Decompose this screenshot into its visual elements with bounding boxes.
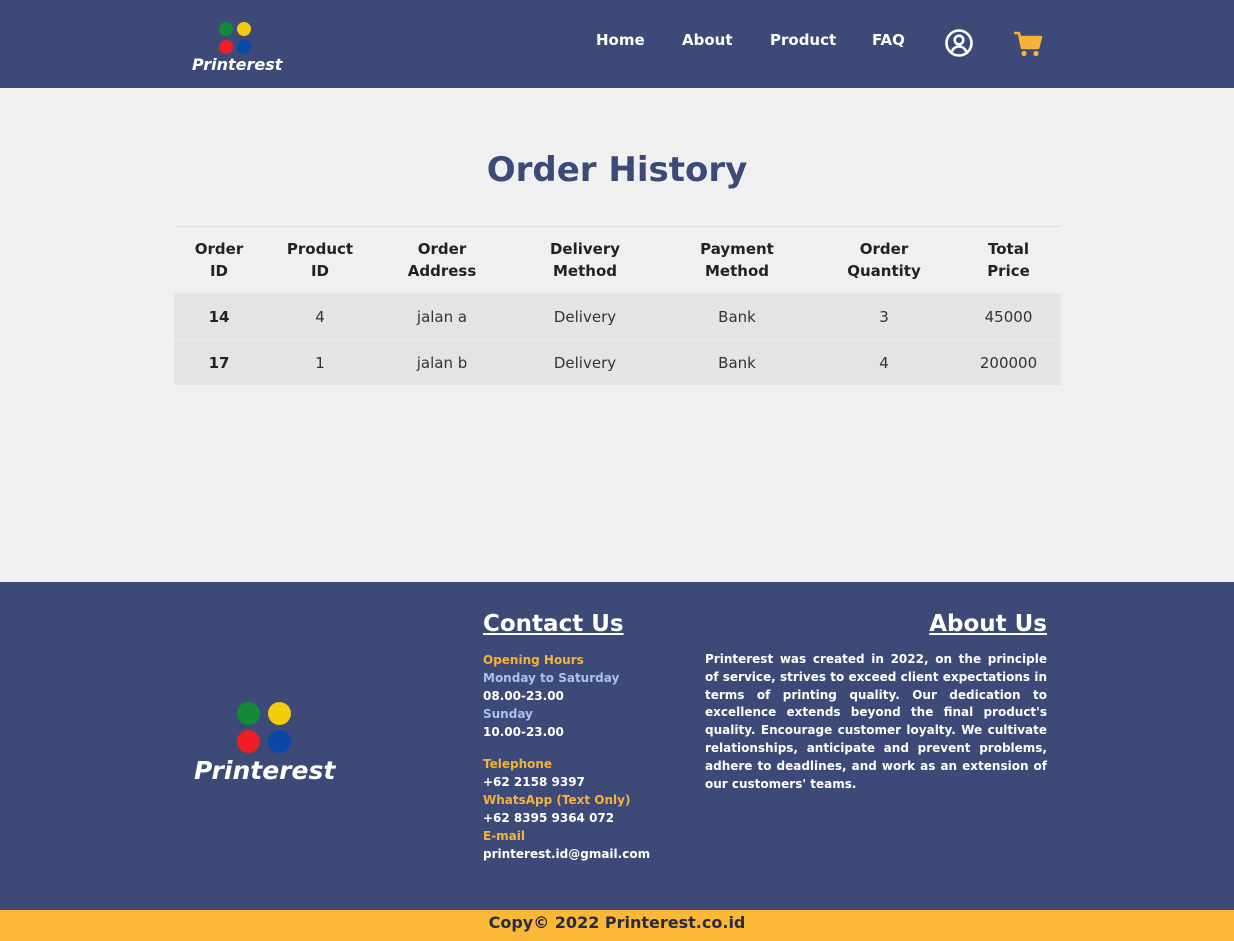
footer-logo: Printerest [194,700,336,790]
table-row: 17 1 jalan b Delivery Bank 4 200000 [174,339,1061,385]
order-history-table: Order ID Product ID Order Address Delivery M… [174,226,1061,385]
nav-about[interactable]: About [682,30,733,50]
col-payment-method: Payment Method [662,226,812,294]
col-product-id: Product ID [264,226,376,294]
nav-product[interactable]: Product [770,30,836,50]
col-total-price: Total Price [956,226,1061,294]
contact-us-heading: Contact Us [483,611,624,637]
cell-product-id: 4 [264,293,376,340]
col-delivery-method: Delivery Method [508,226,662,294]
cell-order-id: 14 [174,293,264,340]
logo-text: Printerest [192,55,283,74]
user-circle-icon[interactable] [944,28,974,58]
nav-faq[interactable]: FAQ [872,30,905,50]
about-us-heading: About Us [929,611,1047,637]
telephone-label: Telephone [483,757,553,771]
nav-home[interactable]: Home [596,30,645,50]
opening-hours-label: Opening Hours [483,653,584,667]
page-title: Order History [486,150,748,190]
logo-dot-green [219,22,233,36]
whatsapp-number: +62 8395 9364 072 [483,811,615,825]
col-order-quantity: Order Quantity [812,226,956,294]
whatsapp-label: WhatsApp (Text Only) [483,793,631,807]
table-row: 14 4 jalan a Delivery Bank 3 45000 [174,293,1061,340]
cell-order-quantity: 3 [812,293,956,340]
cell-payment-method: Bank [662,293,812,340]
logo-dot-green [237,702,260,725]
copyright-bar: Copy© 2022 Printerest.co.id [0,910,1234,941]
contact-info: Opening Hours Monday to Saturday 08.00-2… [483,651,693,863]
cell-payment-method: Bank [662,339,812,385]
cell-total-price: 200000 [956,339,1061,385]
cell-order-quantity: 4 [812,339,956,385]
cell-delivery-method: Delivery [508,293,662,340]
logo-dot-blue [268,730,291,753]
table-header-row: Order ID Product ID Order Address Delivery M… [174,226,1061,294]
cart-icon[interactable] [1013,30,1043,58]
logo-dot-blue [237,40,251,54]
cell-order-id: 17 [174,339,264,385]
email-label: E-mail [483,829,526,843]
logo-dot-red [219,40,233,54]
logo-dot-yellow [237,22,251,36]
email-address: printerest.id@gmail.com [483,847,651,861]
logo-text: Printerest [194,756,336,785]
cell-delivery-method: Delivery [508,339,662,385]
top-navbar: Printerest Home About Product FAQ [0,0,1234,88]
logo-dot-red [237,730,260,753]
weekday-label: Monday to Saturday [483,671,620,685]
about-us-text: Printerest was created in 2022, on the p… [705,652,1047,791]
sunday-label: Sunday [483,707,533,721]
weekday-hours: 08.00-23.00 [483,689,564,703]
cell-order-address: jalan a [376,293,508,340]
col-order-address: Order Address [376,226,508,294]
cell-order-address: jalan b [376,339,508,385]
telephone-number: +62 2158 9397 [483,775,585,789]
sunday-hours: 10.00-23.00 [483,725,564,739]
cell-total-price: 45000 [956,293,1061,340]
printerest-logo[interactable]: Printerest [192,20,282,76]
logo-dot-yellow [268,702,291,725]
cell-product-id: 1 [264,339,376,385]
col-order-id: Order ID [174,226,264,294]
